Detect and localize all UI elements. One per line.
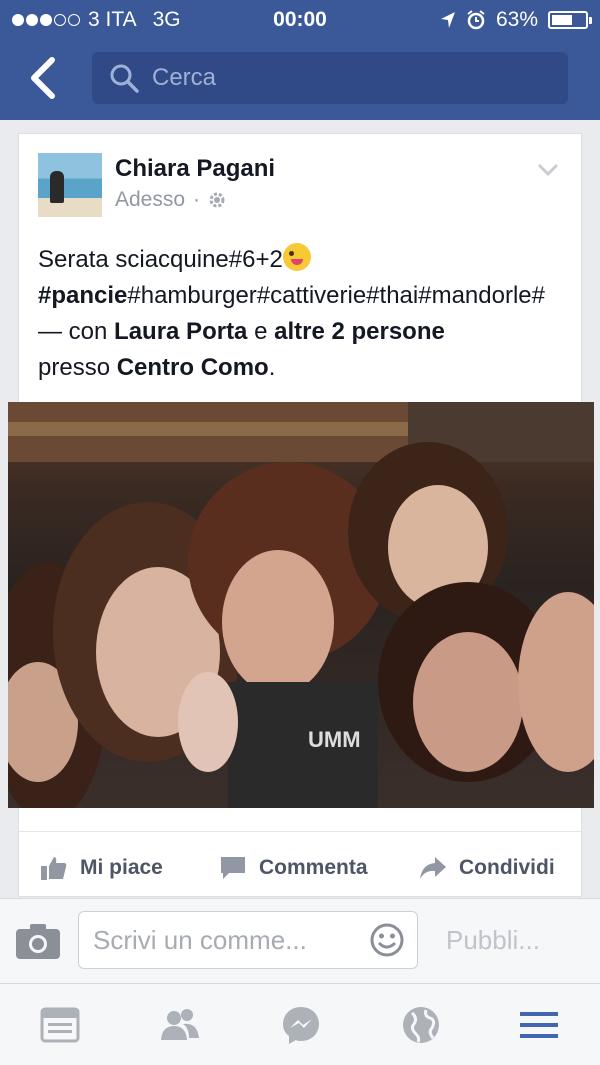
- share-arrow-icon: [420, 857, 446, 879]
- post-meta: Adesso ·: [115, 188, 226, 212]
- globe-icon[interactable]: [400, 1004, 442, 1046]
- text-end: .: [268, 354, 276, 381]
- share-label: Condividi: [459, 856, 555, 879]
- post-text: Serata sciacquine#6+2 #pancie#hamburger#…: [38, 242, 568, 386]
- author-avatar[interactable]: [38, 153, 102, 217]
- post-actions: Mi piace Commenta Condividi: [19, 848, 581, 888]
- like-label: Mi piace: [80, 856, 163, 879]
- post-text-line1: Serata sciacquine#6+2: [38, 246, 283, 273]
- author-name[interactable]: Chiara Pagani: [115, 155, 275, 183]
- tagged-friend[interactable]: Laura Porta: [114, 318, 247, 345]
- chevron-down-icon[interactable]: [537, 162, 559, 178]
- thumbs-up-icon: [41, 857, 67, 880]
- tagged-others[interactable]: altre 2 persone: [274, 318, 445, 345]
- publish-button[interactable]: Pubbli...: [446, 925, 540, 956]
- winking-tongue-emoji-icon: [282, 243, 311, 271]
- back-button[interactable]: [24, 56, 64, 100]
- shirt-text: UMM: [308, 727, 361, 752]
- divider: [19, 831, 581, 832]
- comment-input[interactable]: Scrivi un comme...: [78, 911, 418, 969]
- news-feed-icon[interactable]: [39, 1004, 81, 1046]
- tab-bar: [0, 983, 600, 1065]
- navigation-bar: Cerca: [0, 50, 600, 110]
- comment-label: Commenta: [259, 856, 368, 879]
- like-button[interactable]: Mi piace: [40, 855, 163, 881]
- group-selfie-image: UMM: [8, 402, 594, 808]
- share-button[interactable]: Condividi: [419, 855, 555, 881]
- conjunction: e: [247, 318, 275, 345]
- hashtag-pancie[interactable]: #pancie: [38, 282, 127, 309]
- top-header: 3 ITA 3G 00:00 63% Cerca: [0, 0, 600, 120]
- status-bar: 3 ITA 3G 00:00 63%: [0, 0, 600, 40]
- meta-separator: ·: [193, 188, 201, 211]
- location-arrow-icon: [440, 12, 455, 28]
- post-card: Chiara Pagani Adesso · Serata sciacquine…: [8, 133, 594, 897]
- alarm-clock-icon: [467, 10, 485, 30]
- search-icon: [110, 64, 139, 93]
- comment-bubble-icon: [221, 857, 245, 879]
- messenger-icon[interactable]: [280, 1004, 322, 1046]
- location-link[interactable]: Centro Como: [117, 354, 269, 381]
- menu-icon[interactable]: [518, 1004, 560, 1046]
- battery-icon: [548, 11, 592, 29]
- search-placeholder: Cerca: [152, 64, 217, 91]
- location-prefix: presso: [38, 354, 117, 381]
- battery-level: [552, 15, 572, 25]
- hashtags[interactable]: #hamburger#cattiverie#thai#mandorle#: [127, 282, 545, 309]
- post-photo[interactable]: UMM: [8, 402, 594, 808]
- post-timestamp[interactable]: Adesso: [115, 188, 185, 212]
- search-field[interactable]: Cerca: [92, 52, 568, 104]
- comment-placeholder: Scrivi un comme...: [93, 924, 307, 955]
- with-separator: — con: [38, 318, 115, 345]
- comment-composer: Scrivi un comme... Pubbli...: [0, 898, 600, 983]
- friends-icon[interactable]: [159, 1004, 201, 1046]
- chevron-left-icon: [31, 57, 55, 99]
- camera-icon[interactable]: [14, 921, 62, 961]
- battery-percent: 63%: [495, 8, 538, 31]
- gear-icon[interactable]: [208, 191, 226, 209]
- smiley-icon[interactable]: [369, 922, 405, 958]
- comment-button[interactable]: Commenta: [219, 855, 368, 881]
- avatar-figure: [50, 171, 64, 203]
